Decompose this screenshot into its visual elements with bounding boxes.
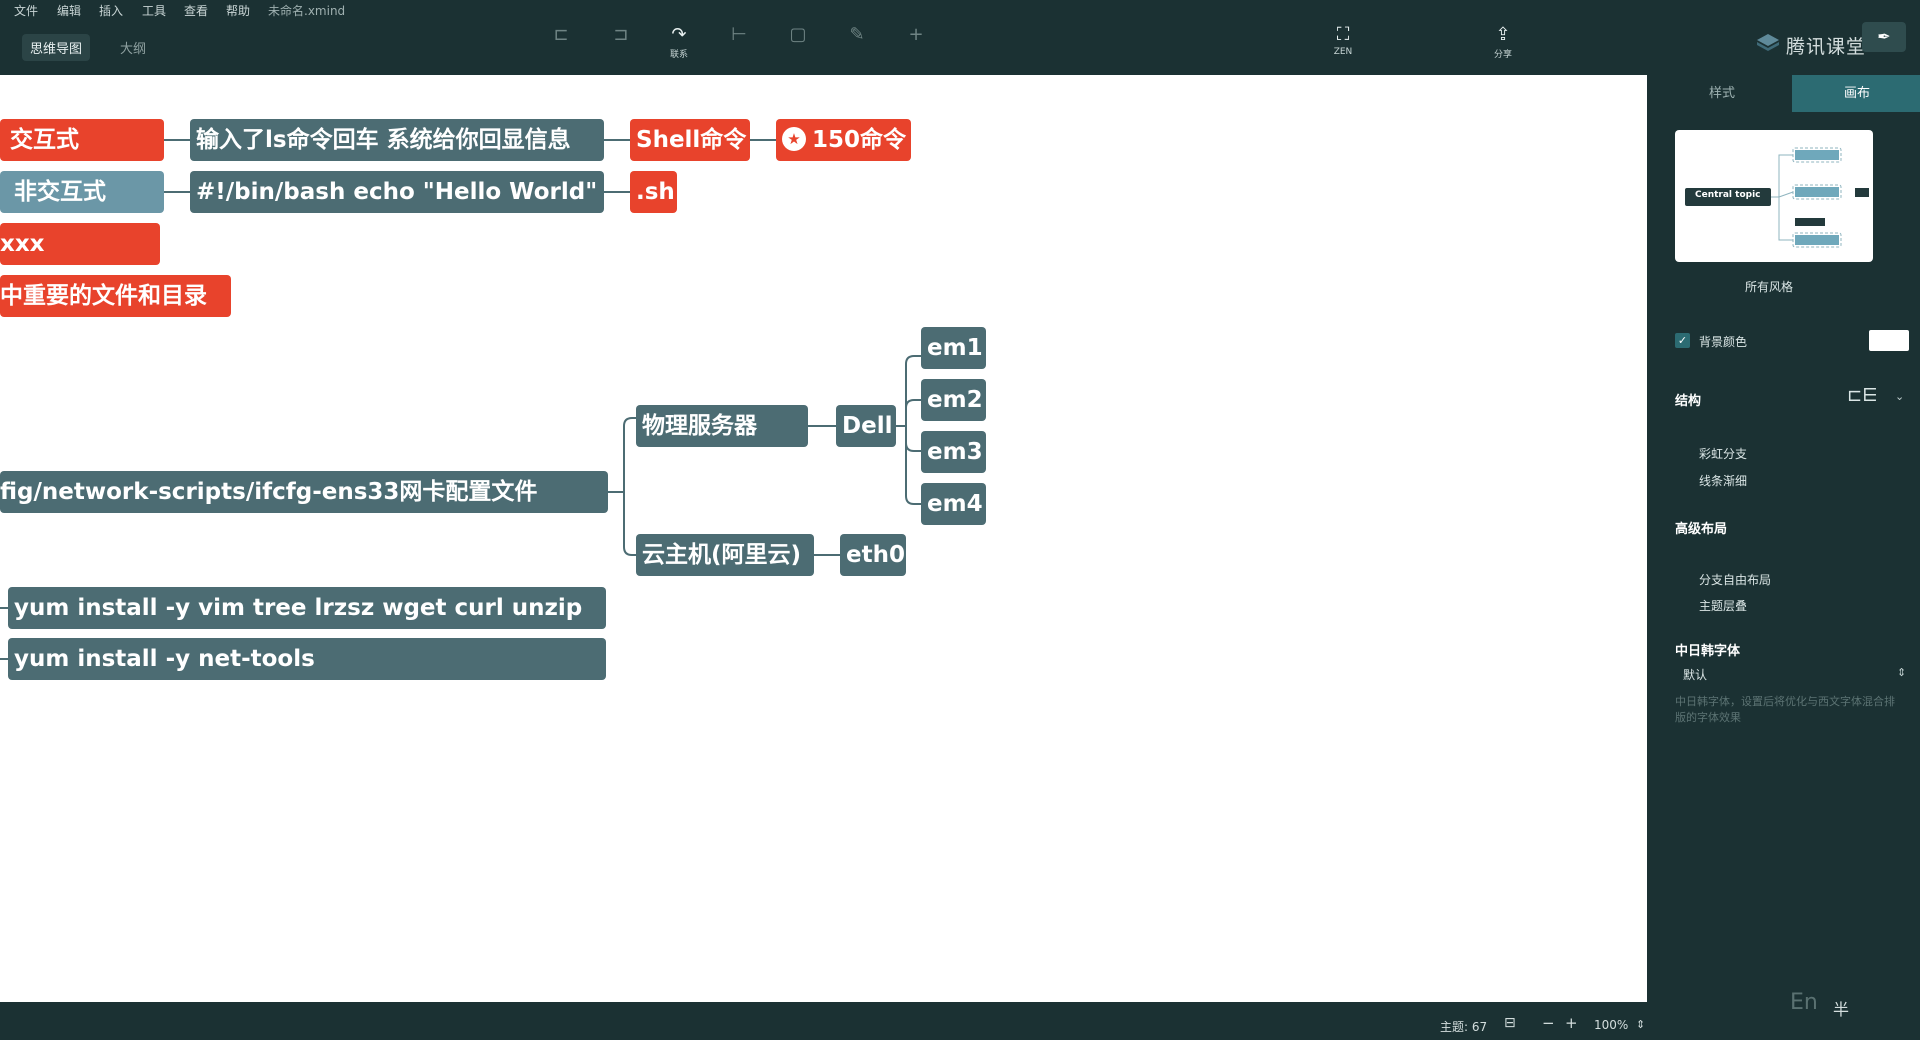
node-em1[interactable]: em1 — [921, 327, 986, 369]
bg-color-label: 背景颜色 — [1699, 335, 1748, 349]
ime-width[interactable]: 半 — [1833, 996, 1849, 1020]
select-arrows-icon[interactable]: ⇕ — [1897, 666, 1906, 679]
format-panel-toggle[interactable]: ✒ — [1862, 22, 1906, 52]
rainbow-branch-option[interactable]: 彩虹分支 — [1699, 445, 1747, 462]
share-icon: ⇪ — [1495, 24, 1511, 45]
theme-preview[interactable]: Central topic — [1675, 130, 1873, 262]
menu-bar: 文件 编辑 插入 工具 查看 帮助 未命名.xmind — [0, 0, 1920, 20]
cjk-font-heading: 中日韩字体 — [1675, 644, 1741, 659]
bg-color-checkbox[interactable]: ✓ — [1675, 333, 1690, 348]
connector-lines — [0, 139, 921, 660]
node-eth0[interactable]: eth0 — [840, 534, 906, 576]
zoom-out-button[interactable]: − — [1542, 1014, 1555, 1032]
tab-canvas[interactable]: 画布 — [1792, 75, 1920, 112]
brand-watermark: 腾讯课堂 — [1786, 36, 1867, 58]
subtopic-icon: ⊐ — [613, 24, 629, 45]
all-styles-link[interactable]: 所有风格 — [1745, 278, 1793, 295]
node-sh-extension[interactable]: .sh — [630, 171, 677, 213]
brand-logo-icon — [1757, 34, 1779, 51]
node-shell-cmd[interactable]: Shell命令 — [630, 119, 750, 161]
structure-heading: 结构 — [1675, 394, 1702, 409]
share-label: 分享 — [1493, 50, 1512, 60]
note-icon: ✎ — [849, 24, 865, 45]
format-panel: 样式 画布 Central topic 所有风格 ✓ 背景颜色 结构 ⊏⋿ ⌄ … — [1647, 75, 1920, 1040]
relationship-tool[interactable]: ↷ 联系 — [656, 24, 702, 68]
book-icon[interactable]: ⊟ — [1504, 1015, 1516, 1031]
topic-count: 主题: 67 — [1440, 1020, 1488, 1034]
node-em3[interactable]: em3 — [921, 431, 986, 473]
fullscreen-icon: ⛶ — [1336, 24, 1350, 45]
relationship-label: 联系 — [669, 50, 688, 60]
summary-icon: ⊢ — [731, 24, 747, 45]
share-button[interactable]: ⇪ 分享 — [1480, 24, 1526, 68]
menu-tools[interactable]: 工具 — [142, 2, 166, 19]
brush-icon: ✒ — [1877, 27, 1891, 46]
zoom-level[interactable]: 100% — [1594, 1018, 1628, 1032]
topic-overlap-option[interactable]: 主题层叠 — [1699, 597, 1747, 614]
node-important-files[interactable]: 中重要的文件和目录 — [0, 275, 231, 317]
topic-tool[interactable]: ⊏ — [538, 24, 584, 68]
menu-edit[interactable]: 编辑 — [57, 2, 81, 19]
zen-button[interactable]: ⛶ ZEN — [1320, 24, 1366, 68]
node-yum-tools[interactable]: yum install -y vim tree lrzsz wget curl … — [8, 587, 606, 629]
node-em4[interactable]: em4 — [921, 483, 986, 525]
tab-outline[interactable]: 大纲 — [112, 34, 154, 61]
ime-mode[interactable]: En — [1790, 990, 1818, 1015]
advanced-layout-heading: 高级布局 — [1675, 522, 1728, 537]
node-xxx[interactable]: xxx — [0, 223, 160, 265]
plus-icon: + — [908, 24, 924, 45]
subtopic-tool[interactable]: ⊐ — [598, 24, 644, 68]
tab-mindmap[interactable]: 思维导图 — [22, 34, 91, 61]
free-layout-option[interactable]: 分支自由布局 — [1699, 571, 1771, 588]
boundary-tool[interactable]: ▢ — [775, 24, 821, 68]
zoom-in-button[interactable]: + — [1565, 1014, 1578, 1032]
node-physical-server[interactable]: 物理服务器 — [636, 405, 808, 447]
node-interactive[interactable]: 交互式 — [0, 119, 164, 161]
summary-tool[interactable]: ⊢ — [716, 24, 762, 68]
boundary-icon: ▢ — [789, 24, 807, 45]
relationship-icon: ↷ — [671, 24, 687, 45]
structure-map-icon[interactable]: ⊏⋿ — [1847, 385, 1878, 406]
node-script-line[interactable]: #!/bin/bash echo "Hello World" — [190, 171, 604, 213]
toolbar: 思维导图 大纲 ⊏ ⊐ ↷ 联系 ⊢ ▢ ✎ + ⛶ ZEN ⇪ 分享 — [0, 20, 1920, 75]
node-interactive-desc[interactable]: 输入了ls命令回车 系统给你回显信息 — [190, 119, 604, 161]
node-non-interactive[interactable]: 非交互式 — [0, 171, 164, 213]
preview-central-topic: Central topic — [1695, 190, 1761, 200]
zen-label: ZEN — [1333, 47, 1353, 57]
node-ifcfg-path[interactable]: fig/network-scripts/ifcfg-ens33网卡配置文件 — [0, 471, 608, 513]
note-tool[interactable]: ✎ — [834, 24, 880, 68]
node-em2[interactable]: em2 — [921, 379, 986, 421]
menu-file[interactable]: 文件 — [14, 2, 38, 19]
star-marker-icon: ★ — [782, 126, 806, 151]
menu-view[interactable]: 查看 — [184, 2, 208, 19]
line-taper-option[interactable]: 线条渐细 — [1699, 472, 1747, 489]
bg-color-swatch[interactable] — [1869, 330, 1909, 351]
mindmap-canvas[interactable]: 交互式 输入了ls命令回车 系统给你回显信息 Shell命令 ★ 150命令 非交… — [0, 75, 1647, 1002]
node-yum-net-tools[interactable]: yum install -y net-tools — [8, 638, 606, 680]
chevron-down-icon[interactable]: ⌄ — [1895, 390, 1904, 403]
topic-icon: ⊏ — [553, 24, 569, 45]
node-dell[interactable]: Dell — [836, 405, 896, 447]
status-bar: 主题: 67 ⊟ − + 100% ⇕ — [0, 1002, 1647, 1040]
cjk-font-select[interactable]: 默认 — [1683, 666, 1707, 683]
insert-tool[interactable]: + — [893, 24, 939, 68]
cjk-font-hint: 中日韩字体，设置后将优化与西文字体混合排版的字体效果 — [1675, 695, 1895, 724]
document-title: 未命名.xmind — [268, 4, 346, 18]
zoom-arrows-icon[interactable]: ⇕ — [1636, 1018, 1645, 1031]
menu-insert[interactable]: 插入 — [99, 2, 123, 19]
node-150-label: 150命令 — [812, 127, 907, 153]
node-150-commands[interactable]: ★ 150命令 — [776, 119, 911, 161]
tab-style[interactable]: 样式 — [1657, 75, 1787, 112]
menu-help[interactable]: 帮助 — [226, 2, 250, 19]
node-cloud-host[interactable]: 云主机(阿里云) — [636, 534, 814, 576]
